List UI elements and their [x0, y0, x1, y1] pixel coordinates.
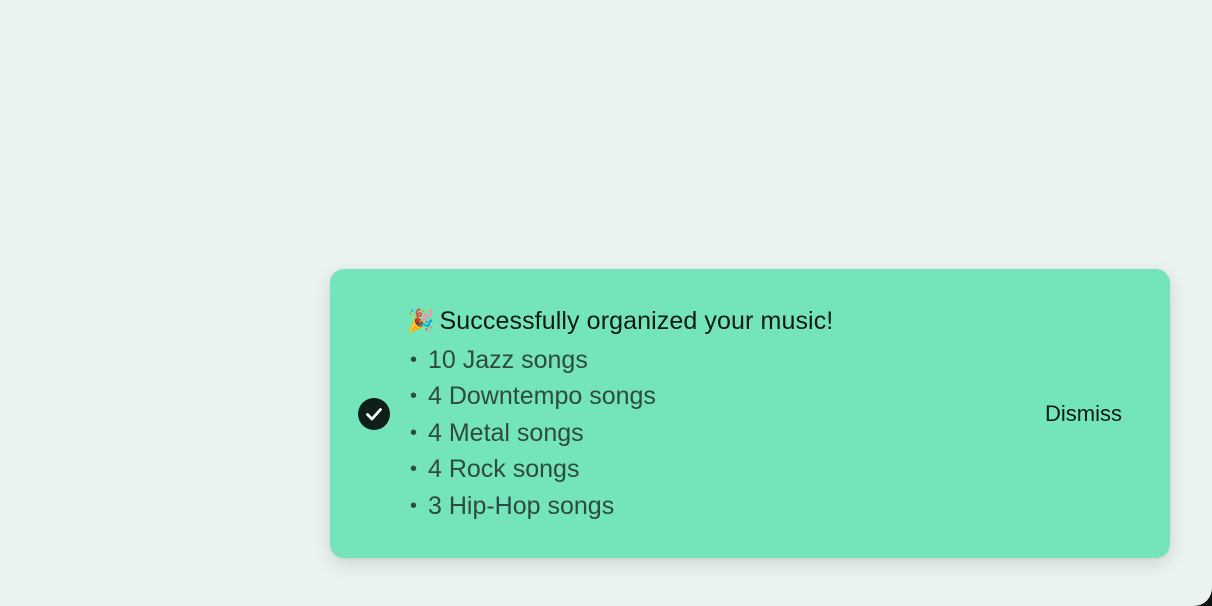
party-popper-icon: 🎉: [407, 308, 435, 334]
list-item-text: 4 Downtempo songs: [428, 382, 656, 411]
list-item: • 4 Downtempo songs: [407, 379, 1007, 416]
bullet: •: [410, 494, 418, 517]
list-item: • 3 Hip-Hop songs: [407, 488, 1007, 525]
bullet: •: [410, 421, 418, 444]
list-item-text: 3 Hip-Hop songs: [428, 491, 615, 520]
check-circle-icon: [358, 398, 390, 430]
bullet: •: [410, 348, 418, 371]
list-item: • 10 Jazz songs: [407, 342, 1007, 379]
list-item-text: 4 Rock songs: [428, 455, 580, 484]
app-background: 🎉 Successfully organized your music! • 1…: [0, 0, 1212, 606]
dismiss-button[interactable]: Dismiss: [1031, 398, 1136, 430]
bullet: •: [410, 458, 418, 481]
toast-title: 🎉 Successfully organized your music!: [407, 303, 1007, 339]
list-item-text: 4 Metal songs: [428, 418, 584, 447]
list-item: • 4 Metal songs: [407, 415, 1007, 452]
list-item: • 4 Rock songs: [407, 452, 1007, 489]
toast-title-text: Successfully organized your music!: [439, 306, 834, 335]
bullet: •: [410, 385, 418, 408]
list-item-text: 10 Jazz songs: [428, 345, 588, 374]
toast-content: 🎉 Successfully organized your music! • 1…: [407, 303, 1007, 525]
success-toast: 🎉 Successfully organized your music! • 1…: [330, 269, 1170, 558]
organized-song-list: • 10 Jazz songs • 4 Downtempo songs • 4 …: [407, 342, 1007, 525]
